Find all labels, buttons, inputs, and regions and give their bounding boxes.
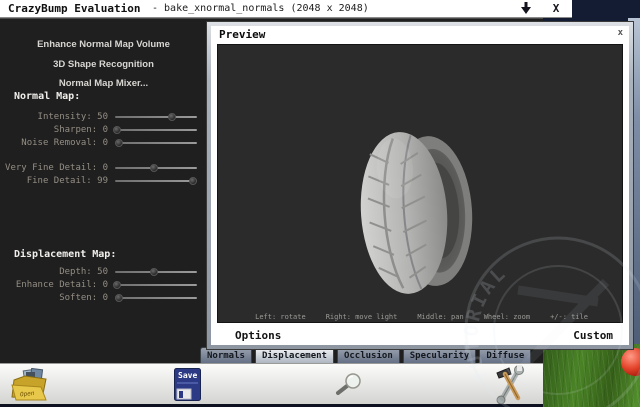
depth-slider[interactable] bbox=[115, 271, 197, 273]
very-fine-detail-slider-handle[interactable] bbox=[150, 164, 158, 172]
depth-label: Depth: 50 bbox=[0, 267, 108, 277]
enhance-normal-map-volume-button[interactable]: Enhance Normal Map Volume bbox=[0, 37, 207, 53]
sharpen-label: Sharpen: 0 bbox=[0, 125, 108, 135]
magnifier-icon[interactable] bbox=[334, 373, 364, 397]
intensity-slider-handle[interactable] bbox=[168, 113, 176, 121]
custom-button[interactable]: Custom bbox=[573, 329, 613, 342]
screen: Enhance Normal Map Volume 3D Shape Recog… bbox=[0, 0, 640, 407]
fine-detail-slider[interactable] bbox=[115, 180, 197, 182]
preview-3d-viewport[interactable]: Left: rotate Right: move light Middle: p… bbox=[217, 44, 623, 323]
noise-removal-slider-handle[interactable] bbox=[115, 139, 123, 147]
options-button[interactable]: Options bbox=[235, 329, 281, 342]
normal-map-header: Normal Map: bbox=[14, 91, 80, 102]
soften-slider-handle[interactable] bbox=[115, 294, 123, 302]
slider-row-fine-detail: Fine Detail: 99 bbox=[0, 176, 200, 186]
slider-row-very-fine-detail: Very Fine Detail: 0 bbox=[0, 163, 200, 173]
very-fine-detail-slider[interactable] bbox=[115, 167, 197, 169]
app-title: CrazyBump Evaluation bbox=[8, 0, 140, 18]
minimize-icon[interactable] bbox=[516, 1, 536, 17]
preview-footer: Options Custom bbox=[211, 323, 629, 345]
tire-3d-render bbox=[358, 125, 478, 300]
slider-row-soften: Soften: 0 bbox=[0, 293, 200, 303]
preview-window-inner: Preview x bbox=[211, 26, 629, 345]
preview-window-title: Preview bbox=[219, 28, 265, 41]
slider-row-noise-removal: Noise Removal: 0 bbox=[0, 138, 200, 148]
close-icon[interactable]: X bbox=[546, 1, 566, 17]
document-title: - bake_xnormal_normals (2048 x 2048) bbox=[152, 0, 369, 18]
depth-slider-handle[interactable] bbox=[150, 268, 158, 276]
slider-row-intensity: Intensity: 50 bbox=[0, 112, 200, 122]
enhance-detail-slider-handle[interactable] bbox=[113, 281, 121, 289]
intensity-slider[interactable] bbox=[115, 116, 197, 118]
normal-map-mixer-button[interactable]: Normal Map Mixer... bbox=[0, 76, 207, 92]
soften-label: Soften: 0 bbox=[0, 293, 108, 303]
noise-removal-label: Noise Removal: 0 bbox=[0, 138, 108, 148]
slider-row-depth: Depth: 50 bbox=[0, 267, 200, 277]
fine-detail-label: Fine Detail: 99 bbox=[0, 176, 108, 186]
enhance-detail-slider[interactable] bbox=[115, 284, 197, 286]
preview-window[interactable]: Preview x bbox=[206, 21, 634, 350]
soften-slider[interactable] bbox=[115, 297, 197, 299]
slider-row-enhance-detail: Enhance Detail: 0 bbox=[0, 280, 200, 290]
noise-removal-slider[interactable] bbox=[115, 142, 197, 144]
viewport-help-text: Left: rotate Right: move light Middle: p… bbox=[218, 313, 622, 321]
open-file-icon[interactable]: Open bbox=[10, 368, 50, 402]
sharpen-slider-handle[interactable] bbox=[113, 126, 121, 134]
preview-close-icon[interactable]: x bbox=[618, 28, 623, 38]
bottom-toolbar: Open Save bbox=[0, 363, 543, 404]
intensity-label: Intensity: 50 bbox=[0, 112, 108, 122]
fine-detail-slider-handle[interactable] bbox=[189, 177, 197, 185]
save-file-icon[interactable]: Save bbox=[174, 368, 201, 401]
sharpen-slider[interactable] bbox=[115, 129, 197, 131]
displacement-map-header: Displacement Map: bbox=[14, 249, 116, 260]
crazybump-titlebar[interactable]: CrazyBump Evaluation - bake_xnormal_norm… bbox=[0, 0, 572, 18]
slider-row-sharpen: Sharpen: 0 bbox=[0, 125, 200, 135]
very-fine-detail-label: Very Fine Detail: 0 bbox=[0, 163, 108, 173]
enhance-detail-label: Enhance Detail: 0 bbox=[0, 280, 108, 290]
3d-shape-recognition-button[interactable]: 3D Shape Recognition bbox=[0, 57, 207, 73]
tools-icon[interactable] bbox=[492, 365, 528, 404]
svg-text:Save: Save bbox=[178, 371, 197, 380]
